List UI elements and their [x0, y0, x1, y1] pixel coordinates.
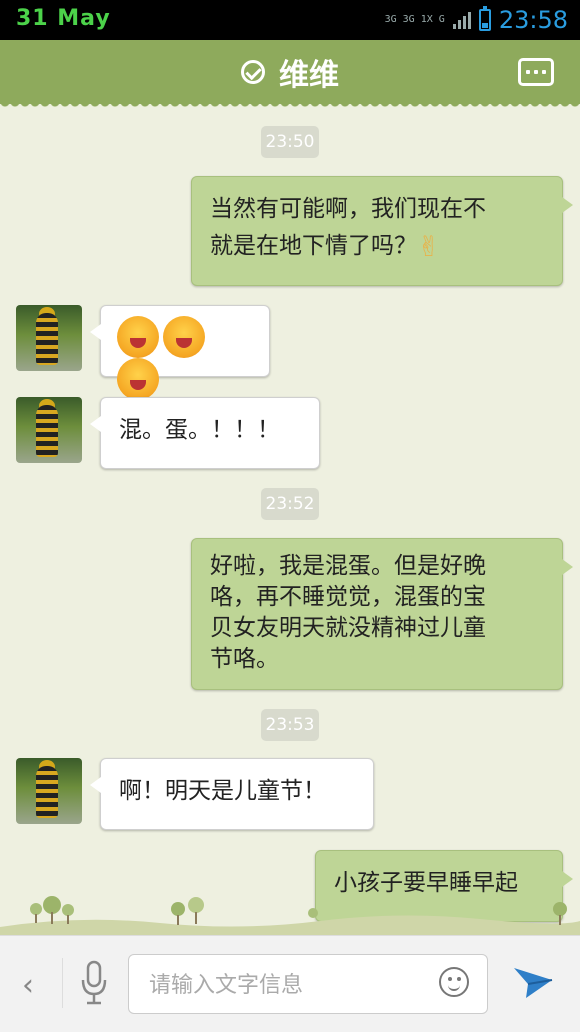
network-badge: 1X — [420, 14, 433, 25]
laughing-face-emoji — [117, 316, 159, 358]
timestamp: 23:52 — [261, 488, 319, 520]
incoming-message[interactable] — [90, 305, 270, 400]
more-icon-dot — [534, 70, 538, 74]
more-icon-dot — [526, 70, 530, 74]
smiley-icon[interactable] — [439, 967, 469, 997]
avatar[interactable] — [16, 758, 82, 824]
status-date: 31 May — [16, 6, 111, 31]
check-circle-icon — [241, 60, 265, 84]
status-indicators: 3G 3G 1X G 23:58 — [385, 6, 568, 34]
message-line: 贝女友明天就没精神过儿童 — [210, 615, 486, 641]
avatar[interactable] — [16, 305, 82, 371]
status-time: 23:58 — [498, 6, 568, 34]
incoming-message[interactable]: 混。蛋。！！！ — [90, 397, 320, 469]
more-icon-dot — [542, 70, 546, 74]
network-badge: G — [438, 14, 445, 25]
signal-icon — [452, 11, 471, 29]
incoming-message[interactable]: 啊！明天是儿童节！ — [90, 758, 374, 830]
message-text: 啊！明天是儿童节！ — [119, 778, 326, 804]
network-badge: 3G — [402, 14, 415, 25]
back-arrow-icon[interactable]: ‹ — [22, 968, 34, 1003]
send-icon[interactable] — [510, 958, 556, 1004]
message-line: 当然有可能啊，我们现在不 — [210, 196, 486, 222]
network-badges: 3G 3G 1X G — [385, 15, 445, 25]
chat-area[interactable]: 23:50 当然有可能啊，我们现在不 就是在地下情了吗？✌ 混。蛋。！！！ 23… — [0, 110, 580, 935]
avatar[interactable] — [16, 397, 82, 463]
message-input-box[interactable] — [128, 954, 488, 1014]
battery-icon — [478, 6, 491, 31]
scenery-decoration — [0, 896, 580, 935]
message-input[interactable] — [147, 967, 411, 1003]
input-bar: ‹ — [0, 935, 580, 1032]
message-text: 混。蛋。！！！ — [119, 417, 280, 443]
laughing-face-emoji — [163, 316, 205, 358]
divider — [62, 958, 63, 1008]
message-line: 节咯。 — [210, 646, 279, 672]
chat-title: 维维 — [279, 58, 339, 93]
laughing-face-emoji — [117, 358, 159, 400]
timestamp: 23:50 — [261, 126, 319, 158]
network-badge: 3G — [384, 14, 397, 25]
message-line: 咯，再不睡觉觉，混蛋的宝 — [210, 584, 486, 610]
message-line: 就是在地下情了吗？ — [210, 233, 417, 259]
outgoing-message[interactable]: 当然有可能啊，我们现在不 就是在地下情了吗？✌ — [191, 176, 573, 286]
title-bar: 维维 — [0, 40, 580, 110]
microphone-icon[interactable] — [80, 960, 108, 1006]
timestamp: 23:53 — [261, 709, 319, 741]
message-line: 好啦，我是混蛋。但是好晚 — [210, 553, 486, 579]
outgoing-message[interactable]: 好啦，我是混蛋。但是好晚 咯，再不睡觉觉，混蛋的宝 贝女友明天就没精神过儿童 节… — [191, 538, 573, 690]
more-button[interactable] — [518, 58, 554, 86]
victory-hand-emoji: ✌ — [417, 230, 441, 263]
status-bar: 31 May 3G 3G 1X G 23:58 — [0, 0, 580, 40]
